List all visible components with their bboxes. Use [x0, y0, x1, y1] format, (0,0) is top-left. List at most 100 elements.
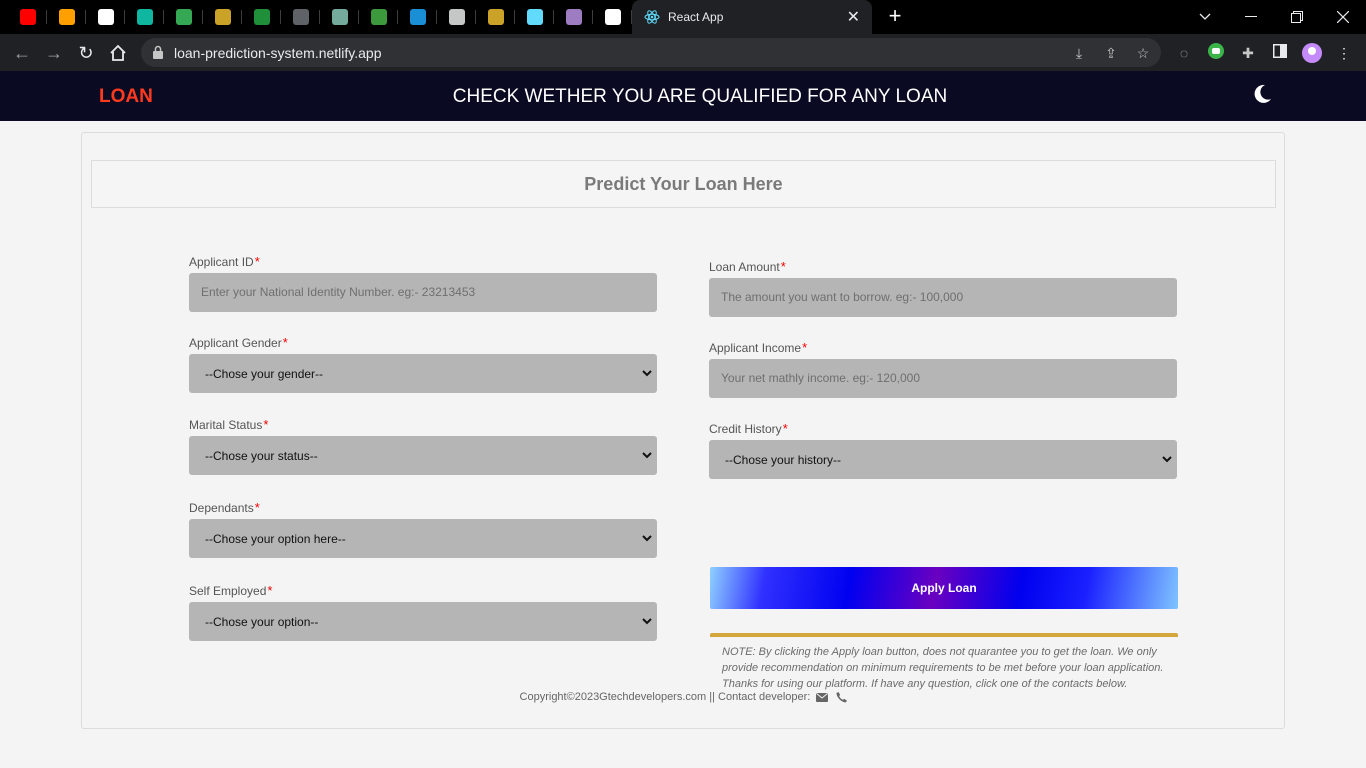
- selected-value: --Chose your gender--: [205, 367, 324, 381]
- pinned-tab[interactable]: [593, 0, 632, 34]
- placeholder-text: The amount you want to borrow. eg:- 100,…: [721, 290, 964, 304]
- active-tab[interactable]: React App ✕: [632, 0, 872, 34]
- tab-search-chevron-icon[interactable]: [1182, 0, 1228, 34]
- pinned-tab[interactable]: [125, 0, 164, 34]
- new-tab-button[interactable]: +: [884, 5, 906, 27]
- label-text: Applicant Income: [709, 341, 802, 355]
- menu-dots-icon[interactable]: ⋮: [1334, 43, 1354, 63]
- crest-icon: [214, 9, 231, 25]
- pinned-tab[interactable]: [398, 0, 437, 34]
- required-mark: *: [254, 500, 260, 515]
- browser-tab-strip: React App ✕ +: [0, 0, 1366, 34]
- close-tab-icon[interactable]: ✕: [847, 7, 860, 27]
- chevron-down-icon: [642, 452, 652, 459]
- pinned-tab[interactable]: [476, 0, 515, 34]
- self-employed-select[interactable]: --Chose your option--: [189, 602, 657, 641]
- youtube-icon: [19, 9, 36, 25]
- restore-button[interactable]: [1274, 0, 1320, 34]
- note-accent-bar: [710, 633, 1178, 637]
- address-bar[interactable]: loan-prediction-system.netlify.app ⤓ ⇪ ☆: [141, 38, 1161, 67]
- browser-toolbar: ← → ↻ loan-prediction-system.netlify.app…: [0, 34, 1366, 71]
- applicant-income-label: Applicant Income*: [709, 339, 1177, 359]
- loan-form-card: Predict Your Loan Here Apply Loan NOTE: …: [81, 132, 1285, 729]
- applicant-income-field: Applicant Income* Your net mathly income.…: [709, 339, 1177, 398]
- label-text: Dependants: [189, 501, 254, 515]
- extension-android-icon[interactable]: [1206, 43, 1226, 63]
- profile-avatar[interactable]: [1302, 43, 1322, 63]
- required-mark: *: [254, 254, 260, 269]
- loan-amount-input[interactable]: The amount you want to borrow. eg:- 100,…: [709, 278, 1177, 317]
- emblem-icon: [487, 9, 504, 25]
- phone-icon[interactable]: [835, 691, 848, 703]
- page-title: CHECK WETHER YOU ARE QUALIFIED FOR ANY L…: [452, 86, 948, 107]
- pinned-tab[interactable]: [203, 0, 242, 34]
- reload-icon[interactable]: ↻: [74, 41, 98, 65]
- self-employed-label: Self Employed*: [189, 582, 657, 602]
- applicant-gender-label: Applicant Gender*: [189, 334, 657, 354]
- share-icon[interactable]: ⇪: [1102, 44, 1120, 62]
- diamond-icon: [136, 9, 153, 25]
- chevron-down-icon: [642, 618, 652, 625]
- credit-history-field: Credit History* --Chose your history--: [709, 420, 1177, 479]
- marital-status-label: Marital Status*: [189, 416, 657, 436]
- credit-history-select[interactable]: --Chose your history--: [709, 440, 1177, 479]
- required-mark: *: [780, 259, 786, 274]
- pinned-tab[interactable]: [359, 0, 398, 34]
- label-text: Loan Amount: [709, 260, 780, 274]
- pinned-tab[interactable]: [164, 0, 203, 34]
- side-panel-icon[interactable]: [1270, 43, 1290, 63]
- label-text: Credit History: [709, 422, 782, 436]
- applicant-income-input[interactable]: Your net mathly income. eg:- 120,000: [709, 359, 1177, 398]
- envelope-icon[interactable]: [816, 692, 829, 703]
- github-icon: [97, 9, 114, 25]
- back-arrow-icon[interactable]: ←: [10, 41, 34, 65]
- apply-loan-button[interactable]: Apply Loan: [710, 567, 1178, 609]
- extension-sync-icon[interactable]: ◌: [1174, 43, 1194, 63]
- forward-arrow-icon[interactable]: →: [42, 41, 66, 65]
- placeholder-text: Enter your National Identity Number. eg:…: [201, 285, 476, 299]
- google-drive-icon: [175, 9, 192, 25]
- lock-icon: [153, 45, 163, 59]
- marital-status-field: Marital Status* --Chose your status--: [189, 416, 657, 475]
- required-mark: *: [782, 421, 788, 436]
- pinned-tab[interactable]: [281, 0, 320, 34]
- close-window-button[interactable]: [1320, 0, 1366, 34]
- footer: Copyright©2023Gtechdevelopers.com || Con…: [82, 691, 1286, 703]
- react-icon: [526, 9, 543, 25]
- dependants-select[interactable]: --Chose your option here--: [189, 519, 657, 558]
- minimize-button[interactable]: [1228, 0, 1274, 34]
- self-employed-field: Self Employed* --Chose your option--: [189, 582, 657, 641]
- label-text: Marital Status: [189, 418, 263, 432]
- chevron-down-icon: [642, 370, 652, 377]
- note-text: NOTE: By clicking the Apply loan button,…: [722, 646, 1164, 690]
- footer-copyright: Copyright©2023Gtechdevelopers.com || Con…: [519, 691, 811, 703]
- pinned-tab[interactable]: [437, 0, 476, 34]
- bookmark-star-icon[interactable]: ☆: [1134, 44, 1152, 62]
- extensions-puzzle-icon[interactable]: ✚: [1238, 43, 1258, 63]
- pinned-tab[interactable]: [320, 0, 359, 34]
- pinned-tab[interactable]: [86, 0, 125, 34]
- moon-icon[interactable]: [1251, 83, 1273, 105]
- chevron-down-icon: [1162, 456, 1172, 463]
- pinned-tab[interactable]: [8, 0, 47, 34]
- pinned-tab[interactable]: [47, 0, 86, 34]
- required-mark: *: [802, 340, 808, 355]
- label-text: Self Employed: [189, 584, 267, 598]
- applicant-id-field: Applicant ID* Enter your National Identit…: [189, 253, 657, 312]
- credit-history-label: Credit History*: [709, 420, 1177, 440]
- firebase-icon: [58, 9, 75, 25]
- pinned-tab[interactable]: [515, 0, 554, 34]
- install-icon[interactable]: ⤓: [1070, 44, 1088, 62]
- k-icon: [409, 9, 426, 25]
- marital-status-select[interactable]: --Chose your status--: [189, 436, 657, 475]
- chatgpt-icon: [331, 9, 348, 25]
- pinned-tab[interactable]: [242, 0, 281, 34]
- home-icon[interactable]: [106, 41, 130, 65]
- applicant-id-input[interactable]: Enter your National Identity Number. eg:…: [189, 273, 657, 312]
- applicant-gender-select[interactable]: --Chose your gender--: [189, 354, 657, 393]
- required-mark: *: [282, 335, 288, 350]
- loan-amount-field: Loan Amount* The amount you want to borro…: [709, 258, 1177, 317]
- laptop-icon: [292, 9, 309, 25]
- selected-value: --Chose your history--: [725, 453, 842, 467]
- pinned-tab[interactable]: [554, 0, 593, 34]
